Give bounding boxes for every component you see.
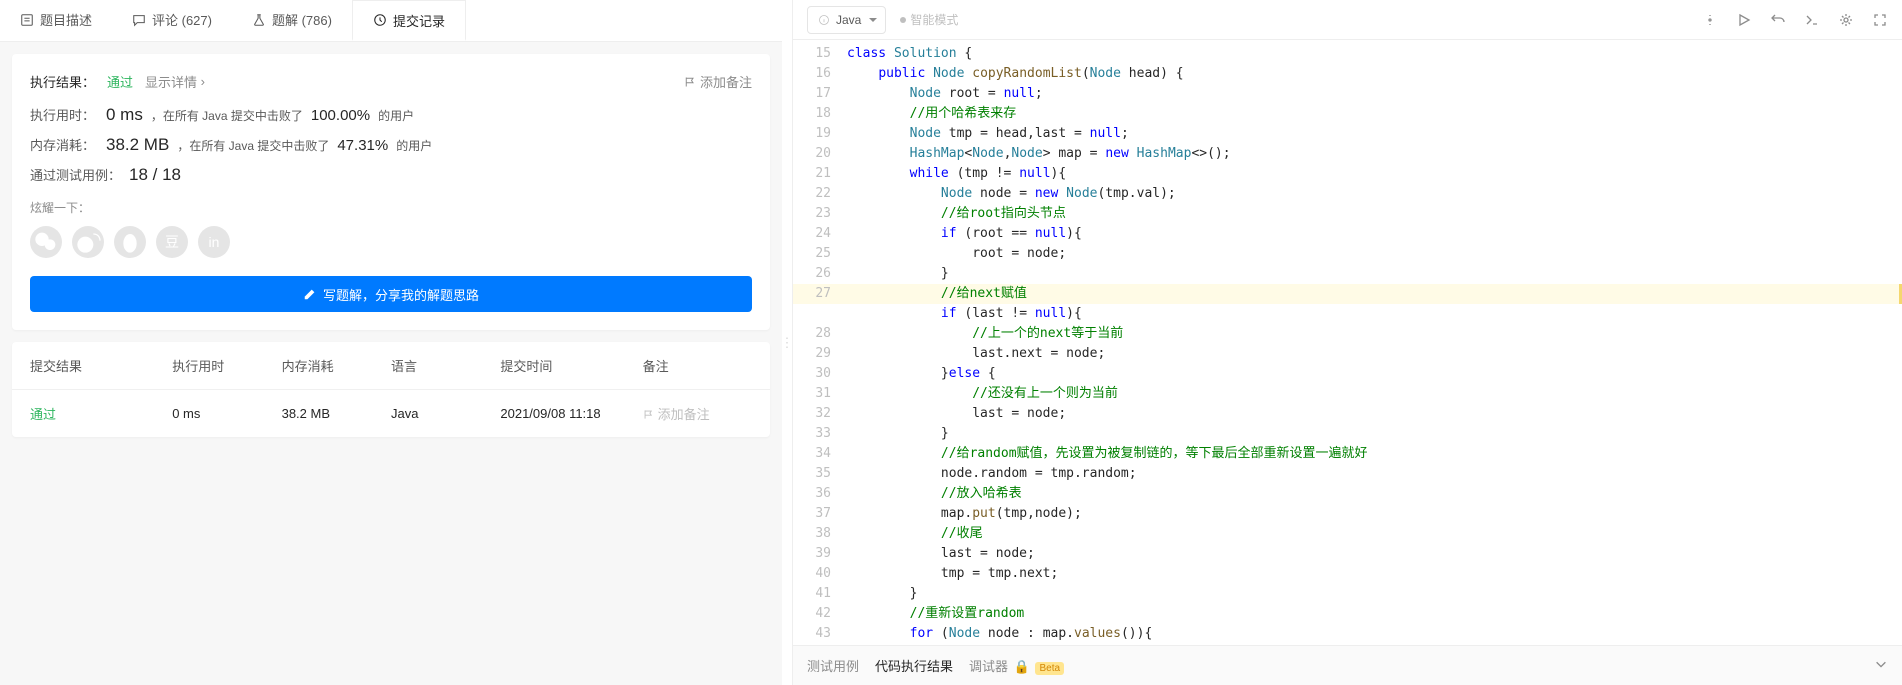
play-icon[interactable] [1736,12,1752,28]
row-time: 2021/09/08 11:18 [500,406,642,421]
result-card: 执行结果： 通过 显示详情 › 添加备注 执行用时： 0 ms ，在所有 Jav… [12,54,770,330]
flag-icon [684,76,696,88]
tab-solutions[interactable]: 题解 (786) [232,0,352,41]
row-status: 通过 [30,404,172,423]
share-qq-icon[interactable] [114,226,146,258]
share-douban-icon[interactable]: 豆 [156,226,188,258]
share-linkedin-icon[interactable]: in [198,226,230,258]
description-icon [20,13,34,27]
share-label: 炫耀一下： [30,199,752,216]
btab-testcase[interactable]: 测试用例 [807,656,859,675]
collapse-icon[interactable] [1874,657,1888,674]
share-wechat-icon[interactable] [30,226,62,258]
editor-header: Java 智能模式 [793,0,1902,40]
pencil-icon [303,287,317,301]
result-status: 通过 [107,72,133,91]
history-header: 提交结果 执行用时 内存消耗 语言 提交时间 备注 [12,342,770,390]
fullscreen-icon[interactable] [1872,12,1888,28]
row-memory: 38.2 MB [282,406,391,421]
flag-icon [643,408,654,419]
bottom-tabs: 测试用例 代码执行结果 调试器 🔒 Beta [793,645,1902,685]
terminal-icon[interactable] [1804,12,1820,28]
memory-label: 内存消耗： [30,135,98,154]
left-tabs: 题目描述 评论 (627) 题解 (786) 提交记录 [0,0,782,42]
runtime-label: 执行用时： [30,105,98,124]
testcase-value: 18 / 18 [129,165,181,185]
share-icons: 豆 in [30,226,752,258]
comment-icon [132,13,146,27]
row-runtime: 0 ms [172,406,281,421]
add-note-button[interactable]: 添加备注 [684,72,752,91]
info-icon[interactable] [1702,12,1718,28]
language-select[interactable]: Java [807,6,886,34]
line-gutter: 1516171819202122232425262728293031323334… [793,40,843,645]
flask-icon [252,13,266,27]
info-icon [818,14,830,26]
undo-icon[interactable] [1770,12,1786,28]
btab-result[interactable]: 代码执行结果 [875,656,953,675]
settings-icon[interactable] [1838,12,1854,28]
history-icon [373,13,387,27]
tab-description-label: 题目描述 [40,10,92,29]
show-detail-link[interactable]: 显示详情 › [145,72,205,91]
share-weibo-icon[interactable] [72,226,104,258]
row-add-note[interactable]: 添加备注 [643,404,752,423]
beta-badge: Beta [1035,662,1064,675]
write-solution-button[interactable]: 写题解，分享我的解题思路 [30,276,752,312]
memory-value: 38.2 MB [106,135,169,155]
dot-icon [900,17,906,23]
tab-submissions-label: 提交记录 [393,11,445,30]
language-label: Java [836,13,861,27]
panel-resize-handle[interactable]: ⋮ [782,0,792,685]
btab-debugger[interactable]: 调试器 🔒 Beta [969,656,1064,675]
tab-description[interactable]: 题目描述 [0,0,112,41]
lock-icon: 🔒 [1014,659,1030,674]
runtime-percent: 100.00% [311,107,370,124]
result-label: 执行结果： [30,72,95,91]
tab-comments[interactable]: 评论 (627) [112,0,232,41]
code-editor[interactable]: 1516171819202122232425262728293031323334… [793,40,1902,645]
tab-submissions[interactable]: 提交记录 [352,0,466,41]
submission-history: 提交结果 执行用时 内存消耗 语言 提交时间 备注 通过 0 ms 38.2 M… [12,342,770,437]
runtime-value: 0 ms [106,105,143,125]
row-lang: Java [391,406,500,421]
history-row[interactable]: 通过 0 ms 38.2 MB Java 2021/09/08 11:18 添加… [12,390,770,437]
testcase-label: 通过测试用例： [30,165,121,184]
code-lines[interactable]: class Solution { public Node copyRandomL… [843,40,1902,645]
tab-comments-label: 评论 (627) [152,10,212,29]
smart-mode[interactable]: 智能模式 [900,11,958,28]
memory-percent: 47.31% [337,137,388,154]
tab-solutions-label: 题解 (786) [272,10,332,29]
